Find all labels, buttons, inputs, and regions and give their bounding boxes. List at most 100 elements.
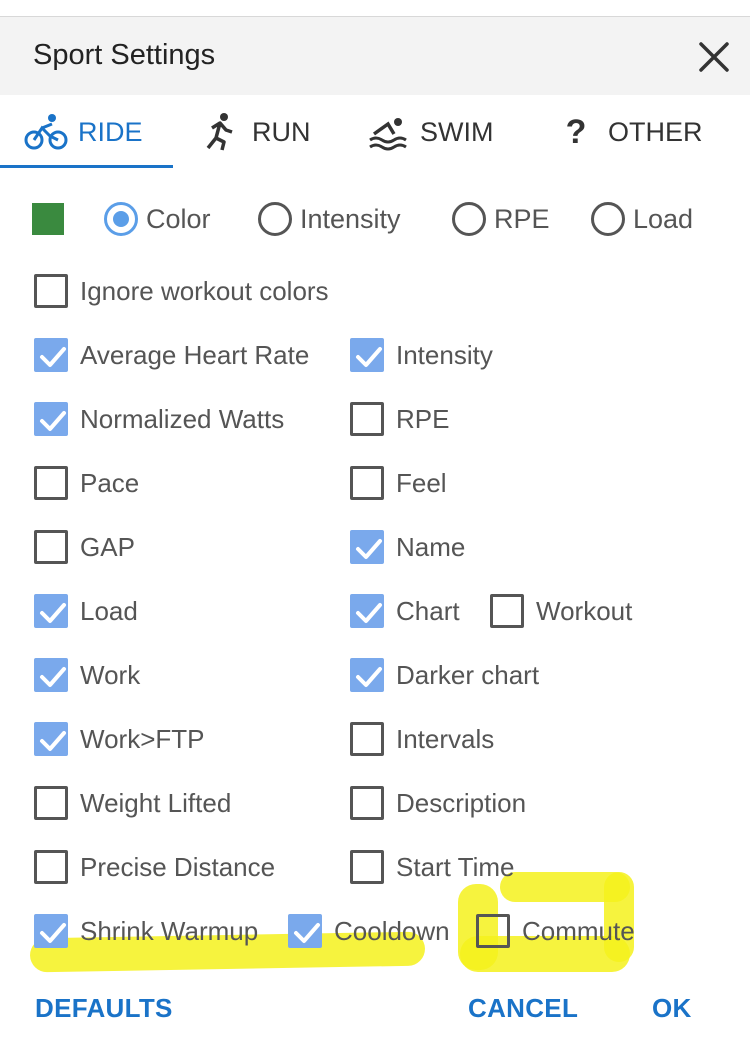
checkbox-name[interactable]: Name — [350, 526, 465, 568]
checkbox-cooldown-label: Cooldown — [334, 915, 450, 946]
cancel-button[interactable]: CANCEL — [468, 993, 578, 1024]
checkbox-intensity-label: Intensity — [396, 339, 493, 370]
checkbox-feel-label: Feel — [396, 467, 447, 498]
checkbox-checked-icon[interactable] — [350, 530, 384, 564]
checkbox-rpe-label: RPE — [396, 403, 450, 434]
radio-load[interactable]: Load — [591, 198, 693, 240]
checkbox-box[interactable] — [34, 786, 68, 820]
checkbox-load-label: Load — [80, 595, 138, 626]
checkbox-weight-lifted-label: Weight Lifted — [80, 787, 232, 818]
checkbox-load[interactable]: Load — [34, 590, 138, 632]
tab-swim[interactable]: SWIM — [366, 95, 494, 169]
checkbox-description-label: Description — [396, 787, 527, 818]
tab-run-label: RUN — [252, 116, 311, 147]
checkbox-checked-icon[interactable] — [34, 722, 68, 756]
checkbox-box[interactable] — [350, 722, 384, 756]
tab-ride[interactable]: RIDE — [24, 95, 143, 169]
checkbox-chart-label: Chart — [396, 595, 460, 626]
tab-ride-label: RIDE — [78, 116, 143, 147]
checkbox-checked-icon[interactable] — [288, 914, 322, 948]
radio-intensity[interactable]: Intensity — [258, 198, 401, 240]
tab-swim-label: SWIM — [420, 116, 494, 147]
tab-other[interactable]: ? OTHER — [554, 95, 703, 169]
checkbox-box[interactable] — [34, 466, 68, 500]
defaults-button[interactable]: DEFAULTS — [35, 993, 173, 1024]
checkbox-start-time[interactable]: Start Time — [350, 846, 514, 888]
active-tab-indicator — [0, 165, 173, 168]
checkbox-average-heart-rate-label: Average Heart Rate — [80, 339, 310, 370]
bike-icon — [24, 112, 68, 152]
checkbox-checked-icon[interactable] — [350, 594, 384, 628]
checkbox-work[interactable]: Work — [34, 654, 140, 696]
ok-button[interactable]: OK — [652, 993, 692, 1024]
checkbox-normalized-watts[interactable]: Normalized Watts — [34, 398, 284, 440]
checkbox-precise-distance[interactable]: Precise Distance — [34, 846, 275, 888]
checkbox-checked-icon[interactable] — [350, 338, 384, 372]
checkbox-normalized-watts-label: Normalized Watts — [80, 403, 285, 434]
checkbox-rpe[interactable]: RPE — [350, 398, 449, 440]
checkbox-feel[interactable]: Feel — [350, 462, 447, 504]
checkbox-checked-icon[interactable] — [34, 338, 68, 372]
checkbox-commute[interactable]: Commute — [476, 910, 635, 952]
radio-rpe[interactable]: RPE — [452, 198, 550, 240]
radio-color-label: Color — [146, 203, 211, 234]
highlight-mark-top — [500, 872, 630, 902]
checkbox-box[interactable] — [34, 274, 68, 308]
checkbox-box[interactable] — [350, 466, 384, 500]
checkbox-work-label: Work — [80, 659, 141, 690]
checkbox-commute-label: Commute — [522, 915, 635, 946]
radio-color[interactable]: Color — [104, 198, 211, 240]
checkbox-shrink-warmup[interactable]: Shrink Warmup — [34, 910, 258, 952]
checkbox-box[interactable] — [476, 914, 510, 948]
color-swatch[interactable] — [32, 203, 64, 235]
radio-intensity-button[interactable] — [258, 202, 292, 236]
checkbox-box[interactable] — [34, 850, 68, 884]
checkbox-box[interactable] — [34, 530, 68, 564]
checkbox-workout-label: Workout — [536, 595, 633, 626]
checkbox-box[interactable] — [350, 850, 384, 884]
radio-load-label: Load — [633, 203, 694, 234]
checkbox-workout[interactable]: Workout — [490, 590, 632, 632]
checkbox-gap[interactable]: GAP — [34, 526, 135, 568]
checkbox-precise-distance-label: Precise Distance — [80, 851, 276, 882]
ignore-workout-colors[interactable]: Ignore workout colors — [34, 270, 329, 312]
checkbox-pace[interactable]: Pace — [34, 462, 139, 504]
checkbox-box[interactable] — [490, 594, 524, 628]
checkbox-checked-icon[interactable] — [350, 658, 384, 692]
checkbox-shrink-warmup-label: Shrink Warmup — [80, 915, 259, 946]
checkbox-box[interactable] — [350, 786, 384, 820]
checkbox-name-label: Name — [396, 531, 466, 562]
checkbox-start-time-label: Start Time — [396, 851, 515, 882]
sport-tabs: RIDE RUN SWIM ? OTHER — [0, 95, 750, 169]
checkbox-average-heart-rate[interactable]: Average Heart Rate — [34, 334, 309, 376]
checkbox-work-ftp-label: Work>FTP — [80, 723, 205, 754]
checkbox-checked-icon[interactable] — [34, 402, 68, 436]
radio-rpe-button[interactable] — [452, 202, 486, 236]
checkbox-checked-icon[interactable] — [34, 594, 68, 628]
checkbox-intervals[interactable]: Intervals — [350, 718, 494, 760]
question-icon: ? — [565, 112, 587, 151]
checkbox-work-ftp[interactable]: Work>FTP — [34, 718, 204, 760]
radio-color-button[interactable] — [104, 202, 138, 236]
checkbox-cooldown[interactable]: Cooldown — [288, 910, 450, 952]
checkbox-darker-chart[interactable]: Darker chart — [350, 654, 539, 696]
checkbox-checked-icon[interactable] — [34, 658, 68, 692]
dialog-title: Sport Settings — [33, 39, 216, 71]
checkbox-pace-label: Pace — [80, 467, 140, 498]
checkbox-description[interactable]: Description — [350, 782, 526, 824]
checkbox-gap-label: GAP — [80, 531, 135, 562]
checkbox-weight-lifted[interactable]: Weight Lifted — [34, 782, 231, 824]
checkbox-intervals-label: Intervals — [396, 723, 495, 754]
ignore-workout-colors-label: Ignore workout colors — [80, 275, 329, 306]
radio-intensity-label: Intensity — [300, 203, 401, 234]
tab-run[interactable]: RUN — [198, 95, 311, 169]
radio-load-button[interactable] — [591, 202, 625, 236]
top-edge — [0, 0, 750, 17]
close-icon[interactable] — [696, 39, 732, 75]
checkbox-box[interactable] — [350, 402, 384, 436]
checkbox-checked-icon[interactable] — [34, 914, 68, 948]
radio-rpe-label: RPE — [494, 203, 550, 234]
checkbox-darker-chart-label: Darker chart — [396, 659, 540, 690]
checkbox-chart[interactable]: Chart — [350, 590, 460, 632]
checkbox-intensity[interactable]: Intensity — [350, 334, 493, 376]
